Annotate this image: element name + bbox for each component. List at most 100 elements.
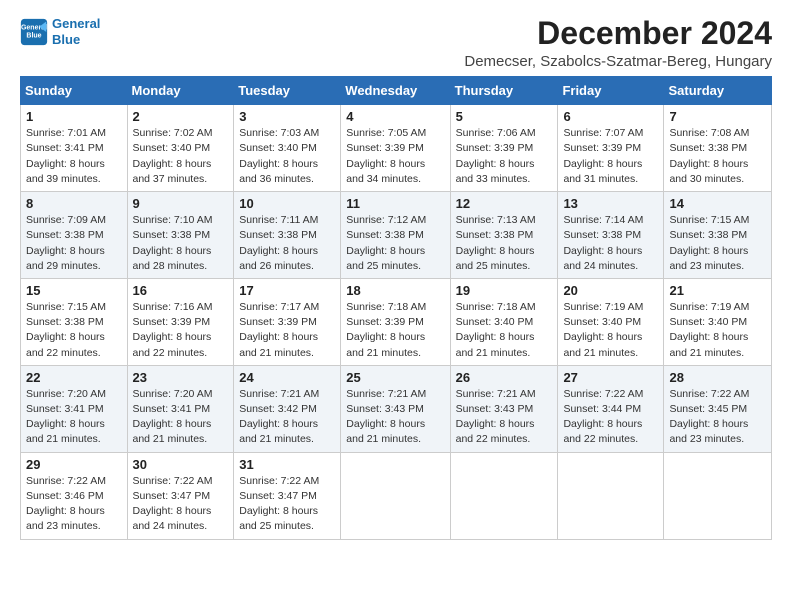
sunset-text: Sunset: 3:43 PM [456, 402, 553, 417]
logo-icon: General Blue [20, 18, 48, 46]
sunset-text: Sunset: 3:40 PM [239, 141, 335, 156]
sunset-text: Sunset: 3:40 PM [563, 315, 658, 330]
day-number: 8 [26, 196, 122, 211]
sunrise-text: Sunrise: 7:21 AM [346, 387, 444, 402]
sunrise-text: Sunrise: 7:19 AM [563, 300, 658, 315]
day-number: 2 [133, 109, 229, 124]
day-info: Sunrise: 7:06 AM Sunset: 3:39 PM Dayligh… [456, 126, 553, 187]
day-info: Sunrise: 7:10 AM Sunset: 3:38 PM Dayligh… [133, 213, 229, 274]
table-row [558, 452, 664, 539]
sunrise-text: Sunrise: 7:22 AM [26, 474, 122, 489]
day-info: Sunrise: 7:07 AM Sunset: 3:39 PM Dayligh… [563, 126, 658, 187]
sunset-text: Sunset: 3:44 PM [563, 402, 658, 417]
daylight-text: Daylight: 8 hours and 39 minutes. [26, 157, 122, 187]
sunset-text: Sunset: 3:41 PM [26, 141, 122, 156]
sunrise-text: Sunrise: 7:08 AM [669, 126, 766, 141]
day-number: 31 [239, 457, 335, 472]
day-info: Sunrise: 7:18 AM Sunset: 3:39 PM Dayligh… [346, 300, 444, 361]
sunset-text: Sunset: 3:43 PM [346, 402, 444, 417]
day-info: Sunrise: 7:15 AM Sunset: 3:38 PM Dayligh… [669, 213, 766, 274]
sunrise-text: Sunrise: 7:15 AM [26, 300, 122, 315]
sunset-text: Sunset: 3:39 PM [239, 315, 335, 330]
col-wednesday: Wednesday [341, 77, 450, 105]
day-info: Sunrise: 7:22 AM Sunset: 3:47 PM Dayligh… [133, 474, 229, 535]
day-info: Sunrise: 7:08 AM Sunset: 3:38 PM Dayligh… [669, 126, 766, 187]
table-row: 2 Sunrise: 7:02 AM Sunset: 3:40 PM Dayli… [127, 105, 234, 192]
table-row [664, 452, 772, 539]
sunrise-text: Sunrise: 7:21 AM [456, 387, 553, 402]
day-number: 29 [26, 457, 122, 472]
daylight-text: Daylight: 8 hours and 21 minutes. [26, 417, 122, 447]
daylight-text: Daylight: 8 hours and 21 minutes. [669, 330, 766, 360]
daylight-text: Daylight: 8 hours and 36 minutes. [239, 157, 335, 187]
day-info: Sunrise: 7:15 AM Sunset: 3:38 PM Dayligh… [26, 300, 122, 361]
page: General Blue General Blue December 2024 … [0, 0, 792, 612]
sunrise-text: Sunrise: 7:20 AM [26, 387, 122, 402]
table-row: 31 Sunrise: 7:22 AM Sunset: 3:47 PM Dayl… [234, 452, 341, 539]
sunrise-text: Sunrise: 7:18 AM [456, 300, 553, 315]
day-number: 30 [133, 457, 229, 472]
table-row: 24 Sunrise: 7:21 AM Sunset: 3:42 PM Dayl… [234, 365, 341, 452]
sunrise-text: Sunrise: 7:05 AM [346, 126, 444, 141]
day-info: Sunrise: 7:20 AM Sunset: 3:41 PM Dayligh… [133, 387, 229, 448]
daylight-text: Daylight: 8 hours and 28 minutes. [133, 244, 229, 274]
day-number: 15 [26, 283, 122, 298]
table-row [450, 452, 558, 539]
table-row: 27 Sunrise: 7:22 AM Sunset: 3:44 PM Dayl… [558, 365, 664, 452]
header: General Blue General Blue December 2024 … [20, 16, 772, 70]
col-monday: Monday [127, 77, 234, 105]
col-tuesday: Tuesday [234, 77, 341, 105]
day-number: 12 [456, 196, 553, 211]
daylight-text: Daylight: 8 hours and 22 minutes. [563, 417, 658, 447]
table-row: 29 Sunrise: 7:22 AM Sunset: 3:46 PM Dayl… [21, 452, 128, 539]
day-number: 5 [456, 109, 553, 124]
day-info: Sunrise: 7:16 AM Sunset: 3:39 PM Dayligh… [133, 300, 229, 361]
sunset-text: Sunset: 3:38 PM [346, 228, 444, 243]
daylight-text: Daylight: 8 hours and 22 minutes. [26, 330, 122, 360]
sunrise-text: Sunrise: 7:12 AM [346, 213, 444, 228]
sunrise-text: Sunrise: 7:06 AM [456, 126, 553, 141]
daylight-text: Daylight: 8 hours and 22 minutes. [133, 330, 229, 360]
sunset-text: Sunset: 3:39 PM [133, 315, 229, 330]
day-number: 17 [239, 283, 335, 298]
table-row: 19 Sunrise: 7:18 AM Sunset: 3:40 PM Dayl… [450, 278, 558, 365]
daylight-text: Daylight: 8 hours and 21 minutes. [346, 330, 444, 360]
day-info: Sunrise: 7:17 AM Sunset: 3:39 PM Dayligh… [239, 300, 335, 361]
sunrise-text: Sunrise: 7:22 AM [669, 387, 766, 402]
calendar-week-3: 15 Sunrise: 7:15 AM Sunset: 3:38 PM Dayl… [21, 278, 772, 365]
sunset-text: Sunset: 3:38 PM [26, 315, 122, 330]
daylight-text: Daylight: 8 hours and 23 minutes. [26, 504, 122, 534]
day-info: Sunrise: 7:09 AM Sunset: 3:38 PM Dayligh… [26, 213, 122, 274]
sunrise-text: Sunrise: 7:22 AM [239, 474, 335, 489]
sunrise-text: Sunrise: 7:11 AM [239, 213, 335, 228]
table-row: 1 Sunrise: 7:01 AM Sunset: 3:41 PM Dayli… [21, 105, 128, 192]
table-row [341, 452, 450, 539]
logo: General Blue General Blue [20, 16, 100, 47]
sunrise-text: Sunrise: 7:03 AM [239, 126, 335, 141]
day-number: 23 [133, 370, 229, 385]
sunrise-text: Sunrise: 7:20 AM [133, 387, 229, 402]
month-title: December 2024 [464, 16, 772, 51]
day-number: 20 [563, 283, 658, 298]
table-row: 8 Sunrise: 7:09 AM Sunset: 3:38 PM Dayli… [21, 192, 128, 279]
calendar-table: Sunday Monday Tuesday Wednesday Thursday… [20, 76, 772, 539]
day-info: Sunrise: 7:21 AM Sunset: 3:42 PM Dayligh… [239, 387, 335, 448]
sunrise-text: Sunrise: 7:14 AM [563, 213, 658, 228]
table-row: 25 Sunrise: 7:21 AM Sunset: 3:43 PM Dayl… [341, 365, 450, 452]
sunset-text: Sunset: 3:38 PM [133, 228, 229, 243]
sunrise-text: Sunrise: 7:09 AM [26, 213, 122, 228]
sunset-text: Sunset: 3:47 PM [133, 489, 229, 504]
sunrise-text: Sunrise: 7:01 AM [26, 126, 122, 141]
table-row: 14 Sunrise: 7:15 AM Sunset: 3:38 PM Dayl… [664, 192, 772, 279]
daylight-text: Daylight: 8 hours and 21 minutes. [133, 417, 229, 447]
daylight-text: Daylight: 8 hours and 21 minutes. [456, 330, 553, 360]
sunrise-text: Sunrise: 7:19 AM [669, 300, 766, 315]
col-thursday: Thursday [450, 77, 558, 105]
day-number: 9 [133, 196, 229, 211]
daylight-text: Daylight: 8 hours and 21 minutes. [239, 417, 335, 447]
table-row: 12 Sunrise: 7:13 AM Sunset: 3:38 PM Dayl… [450, 192, 558, 279]
day-number: 25 [346, 370, 444, 385]
daylight-text: Daylight: 8 hours and 25 minutes. [239, 504, 335, 534]
sunrise-text: Sunrise: 7:02 AM [133, 126, 229, 141]
day-number: 10 [239, 196, 335, 211]
